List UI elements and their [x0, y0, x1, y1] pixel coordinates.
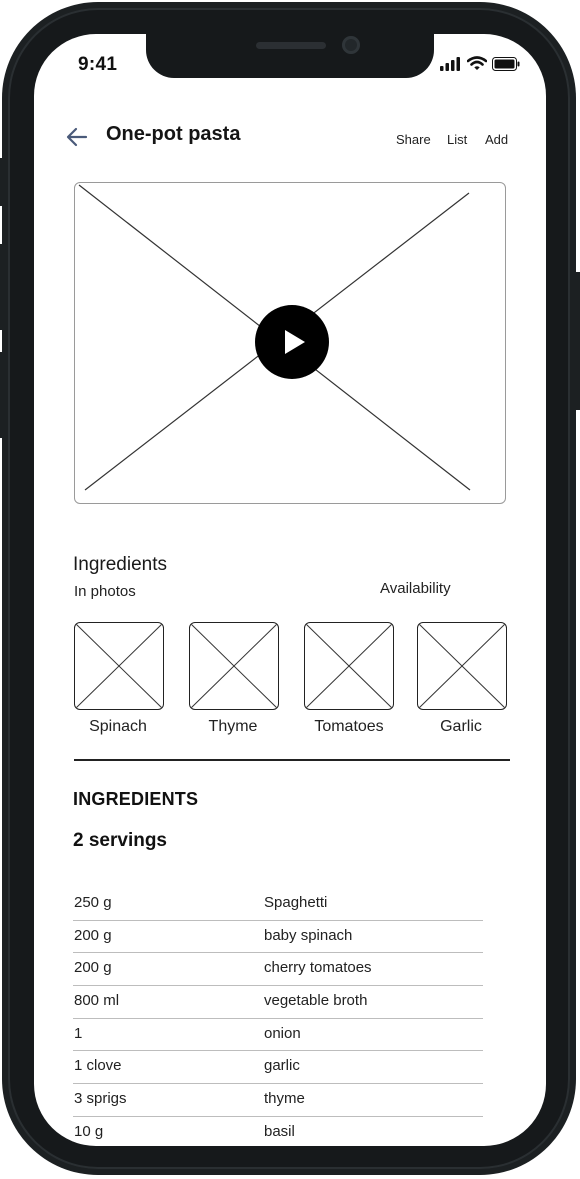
table-row: 250 g Spaghetti [73, 888, 483, 921]
video-player[interactable] [74, 182, 506, 504]
screen: 9:41 One-pot pasta Share List Add Ingred… [34, 34, 546, 1146]
table-row: 3 sprigs thyme [73, 1084, 483, 1117]
ingredient-name: baby spinach [264, 926, 353, 944]
play-icon[interactable] [255, 305, 329, 379]
status-time: 9:41 [78, 54, 118, 75]
wifi-icon [467, 56, 487, 70]
image-placeholder [75, 623, 163, 709]
ingredient-photo-garlic[interactable] [417, 622, 507, 710]
divider [74, 759, 510, 761]
ingredient-name: onion [264, 1024, 301, 1042]
list-button[interactable]: List [447, 132, 467, 147]
ingredient-quantity: 200 g [74, 926, 112, 944]
table-row: 10 g basil [73, 1117, 483, 1146]
ingredient-name: garlic [264, 1057, 300, 1075]
ingredient-name: vegetable broth [264, 992, 368, 1010]
table-row: 1 clove garlic [73, 1051, 483, 1085]
table-row: 200 g baby spinach [73, 921, 483, 954]
side-button-volume-up [0, 244, 4, 330]
ingredient-photo-label: Garlic [440, 718, 482, 735]
image-placeholder [418, 623, 506, 709]
availability-tab[interactable]: Availability [380, 580, 451, 597]
image-placeholder [190, 623, 278, 709]
ingredient-quantity: 1 [74, 1024, 83, 1042]
in-photos-label: In photos [74, 583, 136, 600]
ingredient-quantity: 1 clove [74, 1057, 122, 1075]
page-title: One-pot pasta [106, 123, 241, 145]
battery-icon [492, 56, 520, 71]
table-row: 200 g cherry tomatoes [73, 953, 483, 987]
ingredient-quantity: 200 g [74, 959, 112, 977]
side-button-volume-down [0, 352, 4, 438]
ingredient-quantity: 10 g [74, 1122, 104, 1140]
top-bar: One-pot pasta Share List Add [34, 122, 546, 152]
ingredients-heading: INGREDIENTS [73, 789, 199, 809]
add-button[interactable]: Add [485, 132, 508, 147]
table-row: 1 onion [73, 1019, 483, 1052]
status-icons [440, 56, 520, 71]
ingredients-table: 250 g Spaghetti 200 g baby spinach 200 g ch… [73, 888, 483, 1146]
front-camera [342, 36, 360, 54]
ingredient-photo-label: Tomatoes [314, 718, 384, 735]
ingredient-name: thyme [264, 1090, 305, 1108]
ingredient-quantity: 800 ml [74, 992, 120, 1010]
table-row: 800 ml vegetable broth [73, 986, 483, 1019]
ingredients-title: Ingredients [73, 554, 168, 575]
ingredient-photo-label: Thyme [208, 718, 258, 735]
ingredient-quantity: 250 g [74, 894, 112, 911]
ingredient-name: Spaghetti [264, 894, 328, 911]
ingredient-quantity: 3 sprigs [74, 1090, 127, 1108]
servings-label[interactable]: 2 servings [73, 830, 167, 852]
side-button-mute [0, 158, 4, 206]
arrow-left-icon[interactable] [64, 124, 90, 150]
notch [146, 34, 434, 78]
side-button-power [576, 272, 580, 410]
signal-icon [440, 56, 460, 71]
ingredient-name: basil [264, 1122, 295, 1140]
ingredient-photo-label: Spinach [89, 718, 147, 735]
ingredient-photo-spinach[interactable] [74, 622, 164, 710]
ingredient-photo-thyme[interactable] [189, 622, 279, 710]
image-placeholder [305, 623, 393, 709]
speaker [256, 42, 326, 49]
share-button[interactable]: Share [396, 132, 431, 147]
ingredient-name: cherry tomatoes [264, 959, 372, 977]
ingredient-photo-tomatoes[interactable] [304, 622, 394, 710]
